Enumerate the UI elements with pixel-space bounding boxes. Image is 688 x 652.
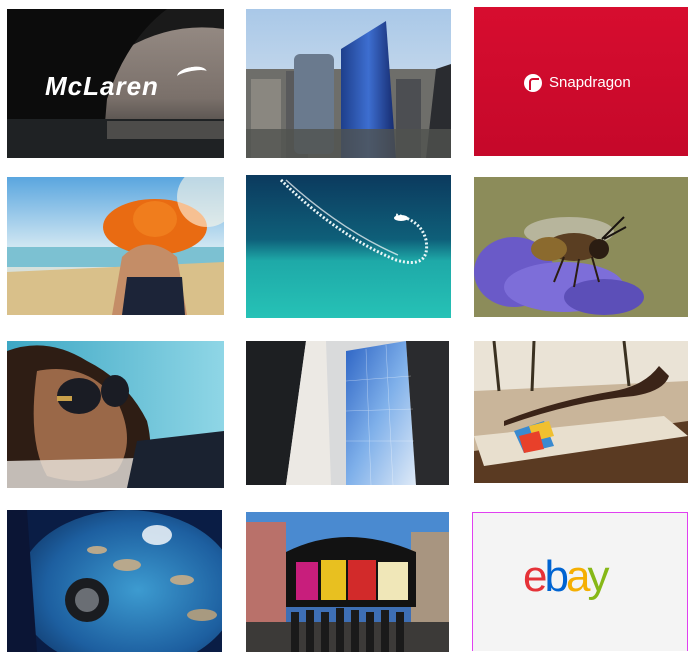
plane-window-image [7, 510, 222, 652]
tile-sunglasses[interactable] [7, 341, 224, 488]
tile-bee[interactable] [474, 177, 688, 317]
tile-sunbather[interactable] [474, 341, 688, 483]
tile-jetski[interactable] [246, 175, 451, 318]
ebay-logo: ebay [523, 552, 609, 601]
tile-tower[interactable] [246, 341, 449, 485]
tower-image [246, 341, 449, 485]
mclaren-logo: McLaren [45, 71, 159, 101]
tile-ebay[interactable]: ebay ebay [472, 512, 688, 651]
tile-piccadilly[interactable] [246, 512, 449, 652]
tile-plane-window[interactable] [7, 510, 222, 652]
tile-city[interactable] [246, 9, 451, 158]
beach-hat-image [7, 177, 224, 315]
sunglasses-image [7, 341, 224, 488]
tile-mclaren[interactable]: McLaren [7, 9, 224, 158]
city-image [246, 9, 451, 158]
snapdragon-logo: Snapdragon [549, 74, 631, 91]
sunbather-image [474, 341, 688, 483]
snapdragon-icon [524, 74, 542, 92]
tile-beach-hat[interactable] [7, 177, 224, 315]
tile-snapdragon[interactable]: Snapdragon [474, 7, 688, 156]
jetski-image [246, 175, 451, 318]
piccadilly-image [246, 512, 449, 652]
bee-image [474, 177, 688, 317]
